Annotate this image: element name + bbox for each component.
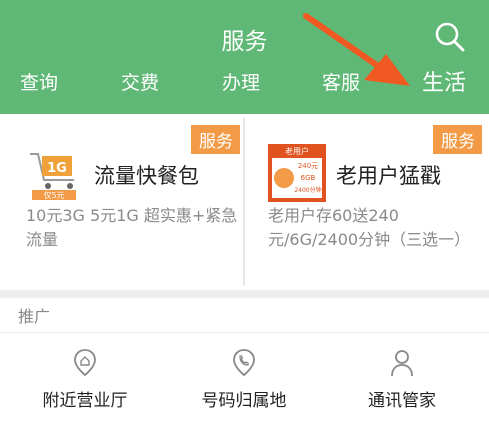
data-package-image: 1G 仅5元 — [26, 144, 84, 202]
service-nearby-store[interactable]: 附近营业厅 — [10, 348, 160, 428]
thumb-text-6gb: 6GB — [301, 174, 316, 182]
person-icon — [391, 350, 413, 377]
thumb-text-old-user: 老用户 — [285, 146, 309, 156]
phone-location-icon — [233, 349, 255, 377]
card-title: 老用户猛戳 — [336, 164, 441, 188]
service-cards: 服务 1G 仅5元 流量快餐包 10元3G 5元1G 超实惠+紧急流量 服务 老… — [0, 114, 489, 290]
card-description: 10元3G 5元1G 超实惠+紧急流量 — [26, 206, 238, 249]
service-badge: 服务 — [191, 125, 240, 154]
card-divider — [243, 118, 245, 286]
section-title: 推广 — [18, 307, 51, 326]
search-icon[interactable] — [432, 19, 468, 55]
thumb-text-1g: 1G — [47, 161, 67, 176]
service-label: 通讯管家 — [368, 391, 436, 411]
location-pin-icon — [74, 349, 96, 377]
service-number-location[interactable]: 号码归属地 — [169, 348, 319, 428]
card-title: 流量快餐包 — [94, 164, 199, 188]
tab-bar: 查询 交费 办理 客服 生活 — [0, 68, 489, 108]
tab-handle[interactable]: 办理 — [222, 68, 260, 95]
tab-query[interactable]: 查询 — [20, 68, 58, 95]
divider-line — [0, 332, 489, 333]
service-communication-manager[interactable]: 通讯管家 — [327, 348, 477, 428]
service-label: 号码归属地 — [201, 391, 287, 411]
service-badge: 服务 — [433, 125, 482, 154]
card-data-package[interactable]: 服务 1G 仅5元 流量快餐包 10元3G 5元1G 超实惠+紧急流量 — [8, 114, 240, 286]
tab-customer-service[interactable]: 客服 — [322, 68, 360, 95]
thumb-text-2400: 2400分钟 — [294, 186, 321, 194]
top-header: 服务 查询 交费 办理 客服 生活 — [0, 0, 489, 114]
page-title: 服务 — [221, 29, 268, 55]
service-label: 附近营业厅 — [42, 391, 128, 411]
thumb-text-price: 仅5元 — [43, 190, 64, 200]
old-user-offer-image: 老用户 240元 6GB 2400分钟 — [268, 144, 326, 202]
section-divider — [0, 290, 489, 298]
thumb-text-240: 240元 — [298, 162, 318, 170]
card-old-user-offer[interactable]: 服务 老用户 240元 6GB 2400分钟 老用户猛戳 老用户存60送240元… — [250, 114, 482, 286]
tab-life[interactable]: 生活 — [422, 65, 466, 97]
tab-payment[interactable]: 交费 — [121, 68, 159, 95]
card-description: 老用户存60送240元/6G/2400分钟（三选一） — [268, 206, 471, 249]
